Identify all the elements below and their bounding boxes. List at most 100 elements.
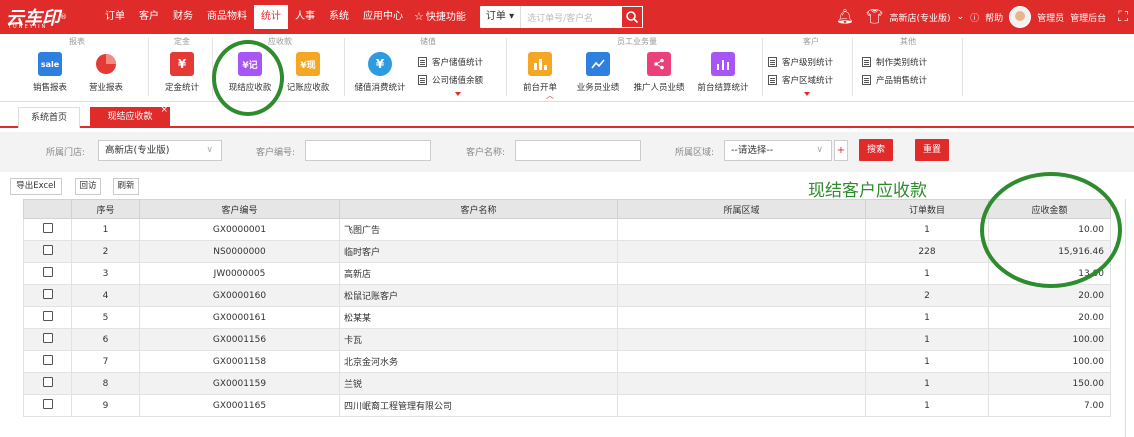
cell-order-count: 1	[865, 328, 989, 351]
scrollbar[interactable]	[1125, 199, 1126, 437]
brand-logo[interactable]: 云车印 ® YUNEYIIN	[0, 0, 88, 34]
menu-finance[interactable]: 财务	[166, 0, 200, 34]
sales-report-button[interactable]: sale 销售报表	[22, 52, 78, 93]
production-category-link[interactable]: 制作类别统计	[862, 56, 927, 68]
row-checkbox[interactable]	[42, 311, 53, 321]
front-settle-button[interactable]: 前台结算统计	[692, 52, 754, 93]
user-name[interactable]: 管理员	[1037, 11, 1064, 24]
more-caret-icon[interactable]	[455, 92, 461, 96]
customer-stored-link[interactable]: 客户储值统计	[418, 56, 483, 68]
collapse-ribbon-icon[interactable]: ︿	[546, 90, 554, 101]
table-row[interactable]: 6 GX0001156 卡瓦 1 100.00	[23, 328, 1111, 351]
group-title: 其他	[900, 37, 916, 46]
cell-area	[617, 372, 866, 395]
menu-orders[interactable]: 订单	[98, 0, 132, 34]
credit-receivable-button[interactable]: ¥现 记账应收款	[280, 52, 336, 93]
export-excel-button[interactable]: 导出Excel	[10, 178, 62, 195]
customer-code-input[interactable]	[305, 140, 431, 161]
table-row[interactable]: 5 GX0000161 松某某 1 20.00	[23, 306, 1111, 329]
area-select[interactable]: --请选择-- ∨	[724, 140, 832, 161]
store-select[interactable]: 高新店(专业版) ∨	[98, 140, 222, 161]
front-order-button[interactable]: 前台开单	[512, 52, 568, 93]
document-icon	[862, 57, 871, 67]
row-checkbox[interactable]	[42, 267, 53, 277]
col-index[interactable]: 序号	[71, 199, 140, 219]
link-label: 客户区域统计	[782, 76, 834, 86]
table-row[interactable]: 9 GX0001165 四川岷裔工程管理有限公司 1 7.00	[23, 394, 1111, 417]
col-area[interactable]: 所属区域	[617, 199, 866, 219]
shirt-icon[interactable]: 👕︎	[866, 9, 884, 25]
link-label: 制作类别统计	[876, 58, 928, 68]
salesperson-perf-button[interactable]: 业务员业绩	[570, 52, 626, 93]
row-checkbox[interactable]	[42, 223, 53, 233]
customer-level-link[interactable]: 客户级别统计	[768, 56, 833, 68]
cell-index: 4	[71, 284, 140, 307]
row-checkbox-cell	[23, 394, 72, 417]
document-icon	[418, 75, 427, 85]
row-checkbox[interactable]	[42, 355, 53, 365]
row-checkbox[interactable]	[42, 245, 53, 255]
cell-amount: 100.00	[988, 328, 1111, 351]
col-customer-name[interactable]: 客户名称	[339, 199, 618, 219]
quick-functions[interactable]: ☆ 快捷功能	[414, 0, 466, 34]
help-link[interactable]: 帮助	[985, 11, 1003, 24]
main-menu: 订单 客户 财务 商品物料 统计 人事 系统 应用中心	[98, 0, 410, 34]
search-button[interactable]: 搜索	[859, 139, 893, 161]
tab-home[interactable]: 系统首页	[18, 107, 80, 128]
menu-goods[interactable]: 商品物料	[200, 0, 254, 34]
customer-area-link[interactable]: 客户区域统计	[768, 74, 833, 86]
help-icon[interactable]: ⓘ	[970, 11, 979, 24]
table-row[interactable]: 7 GX0001158 北京金河水务 1 100.00	[23, 350, 1111, 373]
deposit-stats-button[interactable]: ¥ 定金统计	[154, 52, 210, 93]
customer-name-input[interactable]	[515, 140, 641, 161]
table-row[interactable]: 1 GX0000001 飞图广告 1 10.00	[23, 218, 1111, 241]
product-sales-link[interactable]: 产品销售统计	[862, 74, 927, 86]
col-order-count[interactable]: 订单数目	[865, 199, 989, 219]
menu-app-center[interactable]: 应用中心	[356, 0, 410, 34]
yuan-icon: ¥	[170, 52, 194, 76]
reset-button[interactable]: 重置	[915, 139, 949, 161]
follow-up-button[interactable]: 回访	[75, 178, 101, 195]
fullscreen-icon[interactable]: ⛶	[1118, 9, 1128, 25]
menu-system[interactable]: 系统	[322, 0, 356, 34]
share-icon	[647, 52, 671, 76]
close-icon[interactable]: ×	[160, 100, 168, 121]
ribbon-label: 定金统计	[164, 83, 199, 93]
order-search-input[interactable]: 选订单号/客户名	[521, 11, 621, 24]
business-report-button[interactable]: 营业报表	[78, 52, 134, 93]
cell-customer-name: 高新店	[339, 262, 618, 285]
annotation-label: 现结客户应收款	[808, 181, 927, 201]
row-checkbox[interactable]	[42, 289, 53, 299]
table-row[interactable]: 2 NS0000000 临时客户 228 15,916.46	[23, 240, 1111, 263]
table-row[interactable]: 3 JW0000005 高新店 1 13.00	[23, 262, 1111, 285]
tab-cash-receivable[interactable]: 现结应收款 ×	[90, 105, 170, 128]
promoter-perf-button[interactable]: 推广人员业绩	[628, 52, 690, 93]
tab-label: 现结应收款	[107, 112, 153, 122]
more-caret-icon[interactable]	[804, 92, 810, 96]
company-balance-link[interactable]: 公司储值余额	[418, 74, 483, 86]
row-checkbox[interactable]	[42, 377, 53, 387]
cell-index: 8	[71, 372, 140, 395]
bell-icon[interactable]: 🔔︎	[836, 9, 854, 25]
admin-link[interactable]: 管理后台	[1070, 11, 1106, 24]
add-area-button[interactable]: +	[834, 140, 848, 161]
row-checkbox[interactable]	[42, 399, 53, 409]
avatar[interactable]	[1009, 6, 1032, 28]
store-switch[interactable]: 高新店(专业版)	[890, 11, 951, 24]
chevron-down-icon[interactable]: ⌄	[957, 12, 965, 22]
menu-hr[interactable]: 人事	[288, 0, 322, 34]
search-button[interactable]	[621, 6, 644, 28]
col-customer-code[interactable]: 客户编号	[139, 199, 340, 219]
order-type-select[interactable]: 订单 ▾	[480, 6, 522, 28]
cell-order-count: 1	[865, 218, 989, 241]
cell-customer-name: 卡瓦	[339, 328, 618, 351]
menu-customers[interactable]: 客户	[132, 0, 166, 34]
link-label: 产品销售统计	[876, 76, 928, 86]
stored-consume-button[interactable]: ¥ 储值消费统计	[352, 52, 408, 93]
row-checkbox[interactable]	[42, 333, 53, 343]
table-row[interactable]: 8 GX0001159 兰锐 1 150.00	[23, 372, 1111, 395]
menu-statistics[interactable]: 统计	[254, 5, 288, 29]
row-checkbox-cell	[23, 284, 72, 307]
refresh-button[interactable]: 刷新	[113, 178, 139, 195]
table-row[interactable]: 4 GX0000160 松鼠记账客户 2 20.00	[23, 284, 1111, 307]
